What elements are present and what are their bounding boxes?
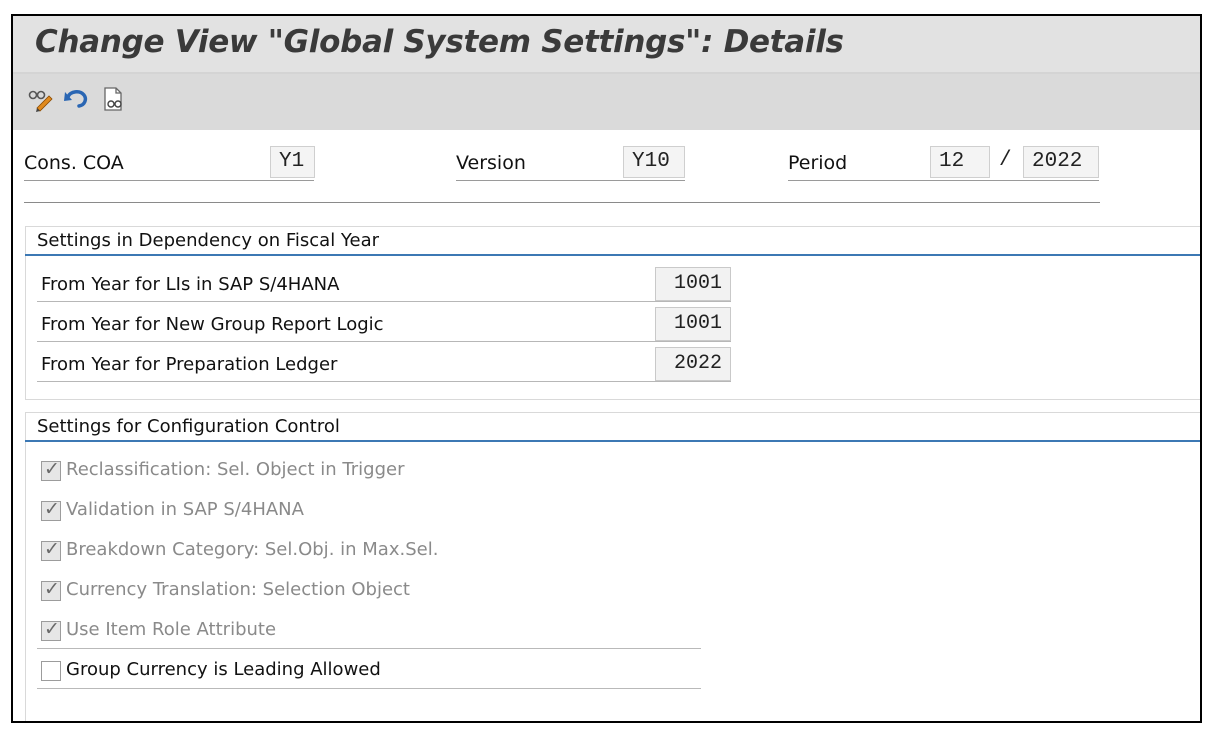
fiscal-year-group-title: Settings in Dependency on Fiscal Year <box>37 230 380 251</box>
breakdown-category-checkbox-label: Breakdown Category: Sel.Obj. in Max.Sel. <box>66 539 439 560</box>
period-underline <box>788 180 1099 181</box>
row-divider <box>37 648 701 649</box>
validation-checkbox-label: Validation in SAP S/4HANA <box>66 499 304 520</box>
version-label: Version <box>456 152 526 174</box>
reclassification-checkbox[interactable]: ✓ <box>41 458 61 481</box>
breakdown-category-checkbox[interactable]: ✓ <box>41 538 61 561</box>
fiscal-year-field[interactable]: 2022 <box>1023 146 1099 178</box>
preparation-ledger-year-field[interactable]: 2022 <box>655 347 731 381</box>
checkmark-icon: ✓ <box>44 578 60 600</box>
where-used-icon[interactable] <box>99 86 125 112</box>
lis-s4hana-year-field[interactable]: 1001 <box>655 267 731 301</box>
row-divider <box>37 688 701 689</box>
version-underline <box>456 180 685 181</box>
row-divider <box>37 381 731 382</box>
group-report-logic-year-label: From Year for New Group Report Logic <box>41 314 384 335</box>
group-currency-leading-checkbox-label: Group Currency is Leading Allowed <box>66 659 381 680</box>
currency-translation-checkbox-label: Currency Translation: Selection Object <box>66 579 410 600</box>
checkmark-icon: ✓ <box>44 618 60 640</box>
display-change-icon[interactable] <box>27 86 53 112</box>
period-separator: / <box>999 149 1012 172</box>
preparation-ledger-year-label: From Year for Preparation Ledger <box>41 354 338 375</box>
group-report-logic-year-field[interactable]: 1001 <box>655 307 731 341</box>
page-title: Change View "Global System Settings": De… <box>35 24 844 60</box>
group-currency-leading-checkbox[interactable] <box>41 661 61 681</box>
period-field[interactable]: 12 <box>930 146 990 178</box>
checkmark-icon: ✓ <box>44 538 60 560</box>
version-field[interactable]: Y10 <box>623 146 685 178</box>
checkmark-icon: ✓ <box>44 498 60 520</box>
undo-icon[interactable] <box>63 86 89 112</box>
cons-coa-underline <box>24 180 314 181</box>
config-control-group-rule <box>25 440 1200 442</box>
cons-coa-field[interactable]: Y1 <box>270 146 315 178</box>
reclassification-checkbox-label: Reclassification: Sel. Object in Trigger <box>66 459 405 480</box>
item-role-attribute-checkbox[interactable]: ✓ <box>41 618 61 641</box>
fiscal-year-group-rule <box>25 254 1200 256</box>
cons-coa-label: Cons. COA <box>24 152 124 174</box>
application-toolbar <box>13 74 1200 130</box>
lis-s4hana-year-label: From Year for LIs in SAP S/4HANA <box>41 274 340 295</box>
validation-checkbox[interactable]: ✓ <box>41 498 61 521</box>
sap-window: Change View "Global System Settings": De… <box>11 14 1202 723</box>
period-label: Period <box>788 152 848 174</box>
currency-translation-checkbox[interactable]: ✓ <box>41 578 61 601</box>
item-role-attribute-checkbox-label: Use Item Role Attribute <box>66 619 277 640</box>
config-control-group-title: Settings for Configuration Control <box>37 416 340 437</box>
row-divider <box>37 301 731 302</box>
row-divider <box>37 341 731 342</box>
checkmark-icon: ✓ <box>44 458 60 480</box>
header-separator <box>24 202 1100 203</box>
title-bar: Change View "Global System Settings": De… <box>13 16 1200 74</box>
